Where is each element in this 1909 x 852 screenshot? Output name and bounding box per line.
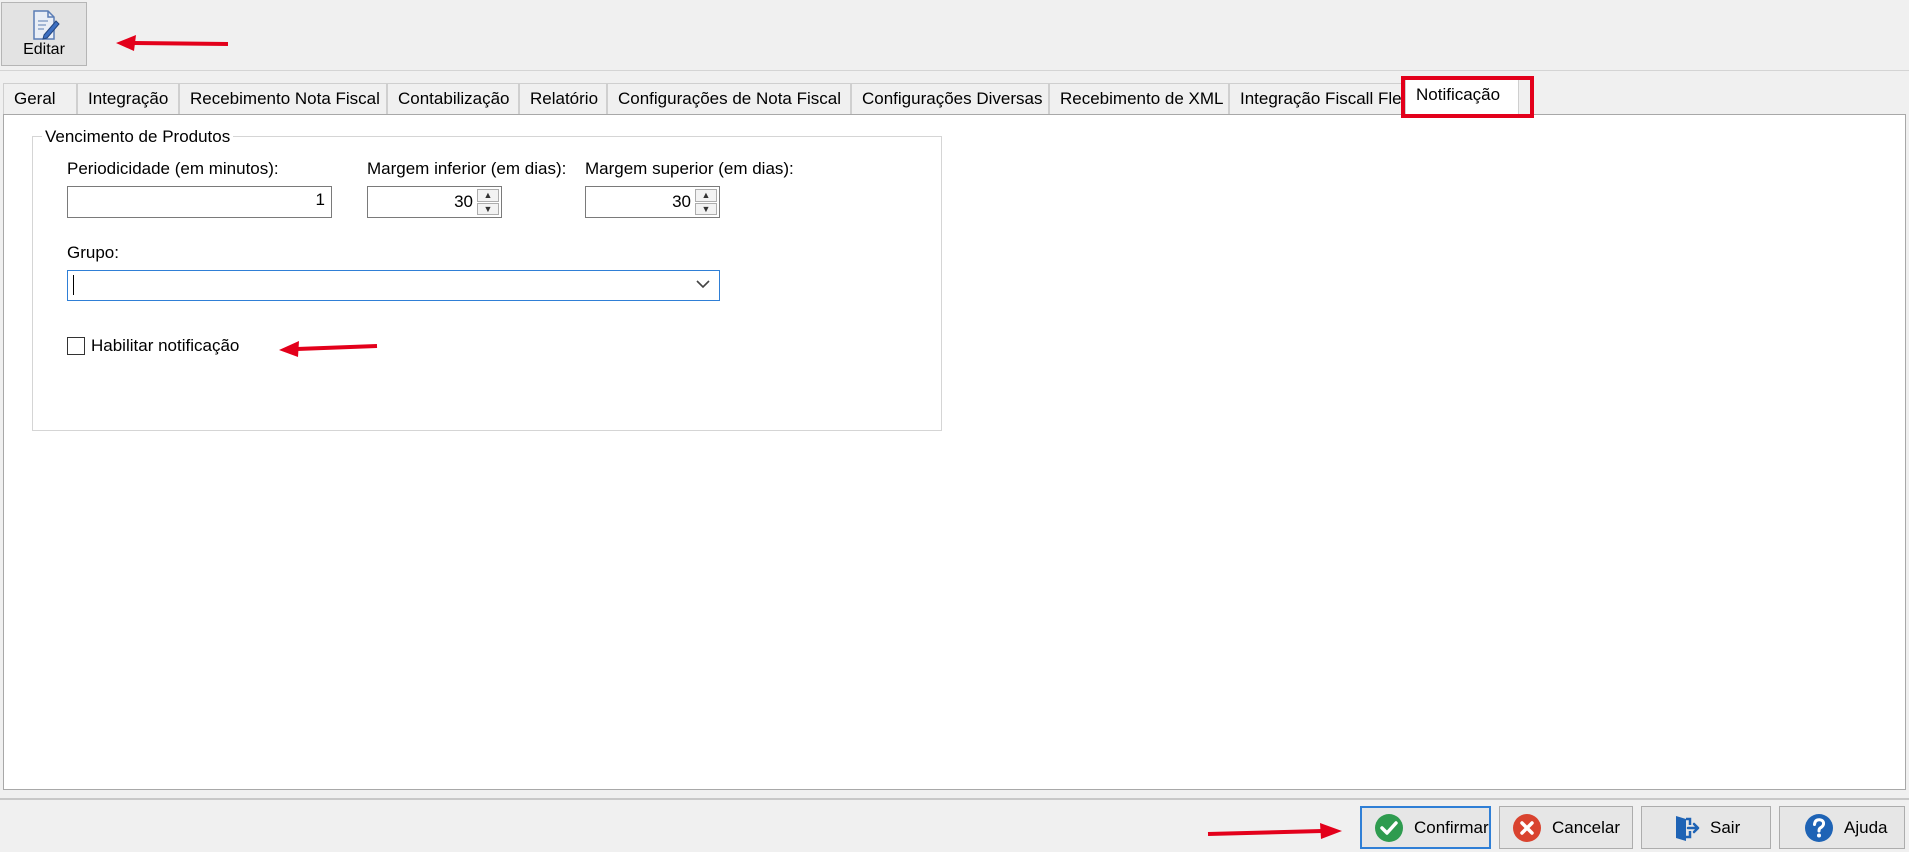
- bottom-divider: [0, 798, 1909, 800]
- question-circle-icon: [1805, 813, 1833, 842]
- cancel-button[interactable]: Cancelar: [1499, 806, 1633, 849]
- spin-up-icon[interactable]: ▲: [477, 189, 499, 202]
- margem-inferior-stepper[interactable]: 30 ▲ ▼: [367, 186, 502, 218]
- habilitar-notificacao-checkbox[interactable]: [67, 337, 85, 355]
- check-circle-icon: [1375, 813, 1403, 842]
- tab-recebimento-nota-fiscal[interactable]: Recebimento Nota Fiscal: [179, 83, 387, 115]
- exit-door-icon: [1676, 815, 1700, 841]
- tab-contabilizacao[interactable]: Contabilização: [387, 83, 519, 115]
- groupbox-title: Vencimento de Produtos: [42, 127, 234, 147]
- annotation-arrow-icon: [116, 35, 229, 51]
- highlight-box: [1401, 76, 1534, 118]
- annotation-arrow-icon: [279, 341, 378, 357]
- tab-configuracoes-nota-fiscal[interactable]: Configurações de Nota Fiscal: [607, 83, 851, 115]
- margem-superior-value: 30: [672, 192, 691, 211]
- exit-button-label: Sair: [1710, 817, 1741, 837]
- exit-button[interactable]: Sair: [1641, 806, 1771, 849]
- edit-document-icon: [33, 10, 60, 40]
- periodicidade-input[interactable]: 1: [67, 186, 332, 218]
- grupo-combobox[interactable]: [67, 270, 720, 301]
- edit-button[interactable]: Editar: [1, 2, 87, 66]
- periodicidade-label: Periodicidade (em minutos):: [67, 159, 279, 178]
- spin-down-icon[interactable]: ▼: [695, 202, 717, 215]
- toolbar-divider: [0, 70, 1909, 71]
- tab-geral[interactable]: Geral: [3, 83, 77, 115]
- tab-recebimento-xml[interactable]: Recebimento de XML: [1049, 83, 1229, 115]
- x-circle-icon: [1513, 813, 1541, 842]
- cancel-button-label: Cancelar: [1552, 817, 1621, 837]
- tab-relatorio[interactable]: Relatório: [519, 83, 607, 115]
- spin-down-icon[interactable]: ▼: [477, 202, 499, 215]
- confirm-button-label: Confirmar: [1414, 817, 1489, 837]
- spin-up-icon[interactable]: ▲: [695, 189, 717, 202]
- help-button-label: Ajuda: [1844, 817, 1888, 837]
- margem-superior-stepper[interactable]: 30 ▲ ▼: [585, 186, 720, 218]
- text-caret: [73, 275, 74, 295]
- margem-superior-label: Margem superior (em dias):: [585, 159, 794, 178]
- habilitar-notificacao-label[interactable]: Habilitar notificação: [91, 336, 239, 356]
- annotation-arrow-icon: [1207, 823, 1342, 839]
- grupo-label: Grupo:: [67, 243, 119, 262]
- help-button[interactable]: Ajuda: [1779, 806, 1905, 849]
- edit-button-label: Editar: [23, 41, 65, 58]
- chevron-down-icon[interactable]: [695, 278, 711, 290]
- tab-integracao[interactable]: Integração: [77, 83, 179, 115]
- confirm-button[interactable]: Confirmar: [1360, 806, 1491, 849]
- margem-inferior-value: 30: [454, 192, 473, 211]
- tab-integracao-fiscall-flex[interactable]: Integração Fiscall Flex: [1229, 83, 1405, 115]
- margem-inferior-label: Margem inferior (em dias):: [367, 159, 567, 178]
- tab-configuracoes-diversas[interactable]: Configurações Diversas: [851, 83, 1049, 115]
